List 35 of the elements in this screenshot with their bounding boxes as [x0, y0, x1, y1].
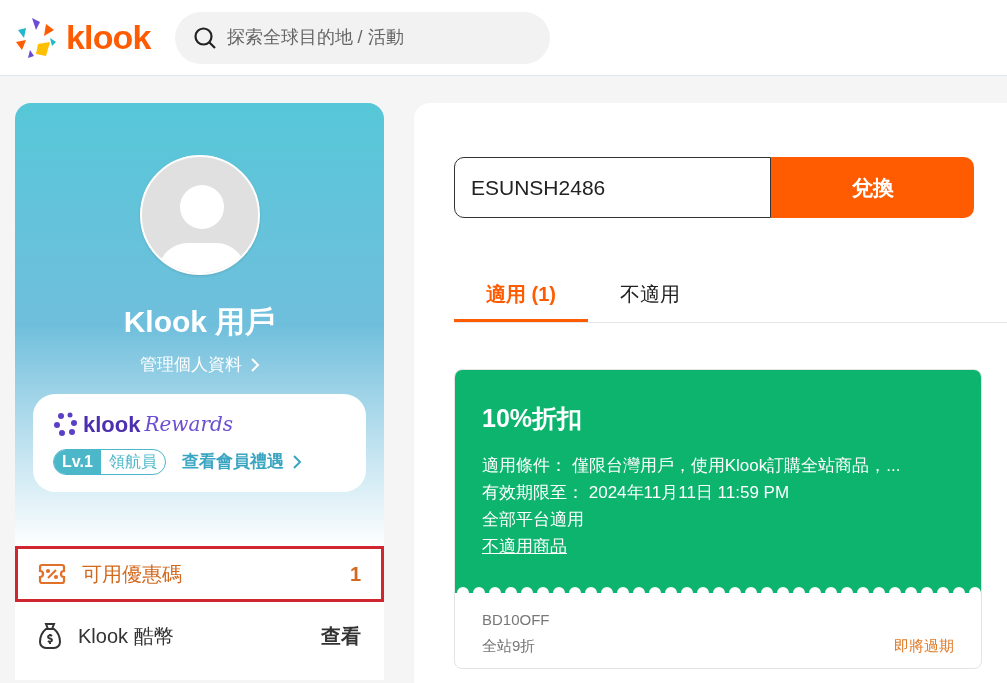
- rewards-label: Rewards: [144, 411, 234, 438]
- manage-profile-link[interactable]: 管理個人資料: [139, 352, 260, 378]
- tab[interactable]: 不適用: [588, 268, 712, 322]
- redeem-button[interactable]: 兌換: [771, 157, 974, 218]
- coupon-validity: 有效期限至： 2024年11月11日 11:59 PM: [482, 481, 791, 504]
- member-benefits-link[interactable]: 查看會員禮遇: [181, 448, 302, 475]
- menu-value: 1: [349, 562, 361, 587]
- user-name: Klook 用戶: [123, 304, 276, 340]
- coupon-platform: 全部平台適用: [482, 508, 585, 531]
- coupon-description: 全站9折: [482, 636, 537, 656]
- tab[interactable]: 適用 (1): [454, 268, 588, 322]
- menu-item[interactable]: 可用優惠碼 1: [15, 546, 384, 602]
- menu-value: 查看: [321, 624, 361, 649]
- menu-label: 可用優惠碼: [82, 562, 183, 587]
- coupon-code: BD10OFF: [482, 609, 551, 630]
- money-bag-icon: [38, 622, 62, 650]
- coupon-status: 即將過期: [894, 636, 954, 656]
- search-icon: [192, 25, 217, 50]
- tier-text: 領航員: [107, 451, 158, 472]
- coupon-title: 10%折扣: [482, 403, 584, 434]
- rewards-brand: klook: [83, 410, 141, 439]
- search-field[interactable]: 探索全球目的地 / 活動: [174, 11, 550, 64]
- coupon-card[interactable]: 10%折扣 適用條件： 僅限台灣用戶，使用Klook訂購全站商品，... 有效期限至： 2024年11月11日 11:59 PM 全部平台適用 不適用商品 BD10OFF 全站9折 即將過期: [454, 369, 982, 669]
- level-text: Lv.1: [54, 449, 101, 474]
- logo-icon: [14, 15, 58, 60]
- chevron-icon: [249, 356, 260, 373]
- rewards-logo-icon: [53, 411, 79, 437]
- coupon-conditions: 適用條件： 僅限台灣用戶，使用Klook訂購全站商品，...: [482, 454, 902, 477]
- coupon-icon: [38, 563, 66, 585]
- code-input[interactable]: ESUNSH2486: [454, 157, 771, 218]
- menu-item[interactable]: Klook 酷幣 查看: [15, 608, 384, 664]
- logo-text[interactable]: klook: [66, 12, 151, 63]
- excluded-products-link[interactable]: 不適用商品: [482, 536, 567, 556]
- chevron-icon: [291, 453, 302, 470]
- menu-label: Klook 酷幣: [78, 624, 175, 649]
